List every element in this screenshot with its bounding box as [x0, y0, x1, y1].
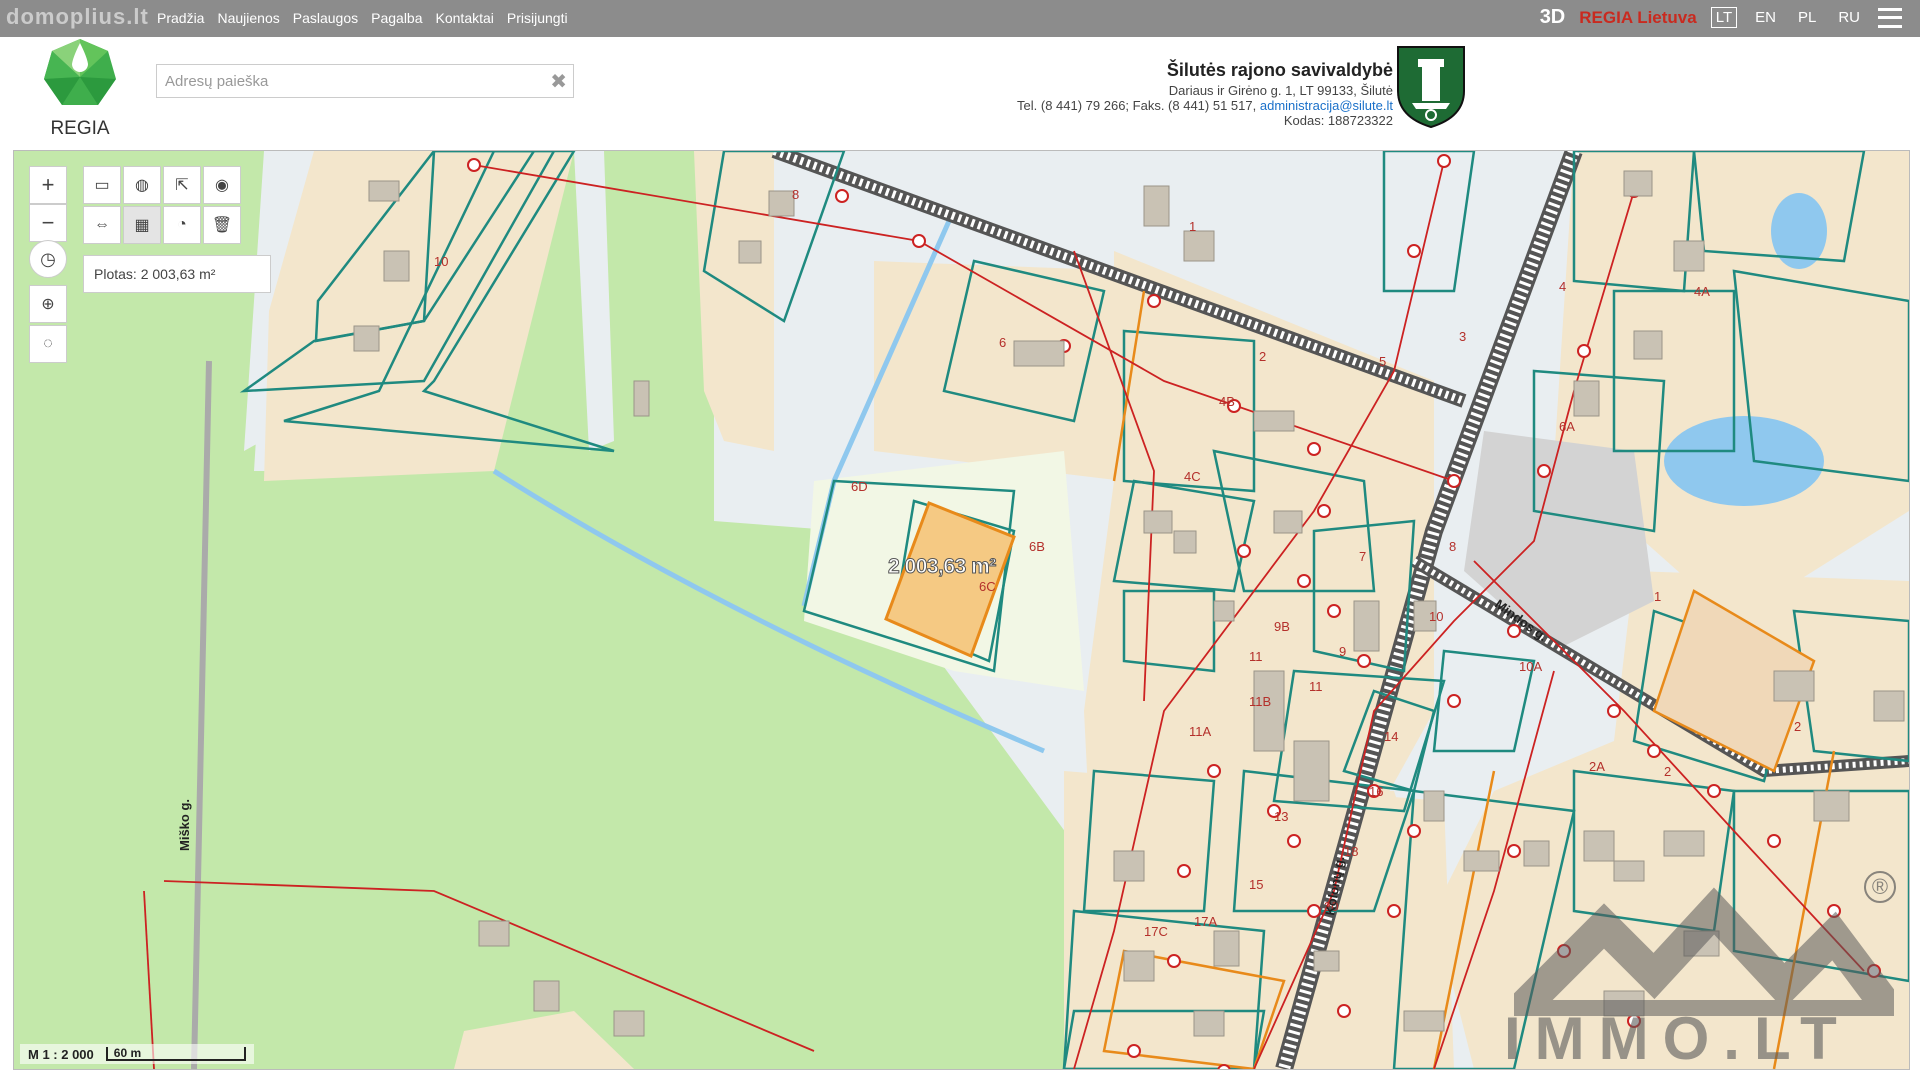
map-label: 17C — [1144, 924, 1168, 939]
map-label: 6C — [979, 579, 996, 594]
scale-bar: M 1 : 2 000 60 m — [20, 1044, 254, 1064]
map-label: 14 — [1384, 729, 1398, 744]
regia-logo-icon — [44, 39, 116, 105]
map-label: 6A — [1559, 419, 1575, 434]
locate-icon[interactable]: ⊕ — [29, 285, 67, 323]
map-label: 10A — [1519, 659, 1542, 674]
map-viewer[interactable]: 10 8 6 1 2 3 4 5 6A 6B 6D 6C 4A 4B 4C 7 … — [13, 150, 1910, 1070]
map-label: 6D — [851, 479, 868, 494]
immo-watermark: IMMO.LT — [1504, 1005, 1851, 1070]
map-label: 4C — [1184, 469, 1201, 484]
scale-bar-length: 60 m — [105, 1047, 246, 1061]
clock-icon[interactable]: ◷ — [29, 240, 67, 278]
nav-item-prisijungti[interactable]: Prisijungti — [507, 10, 568, 26]
main-nav: Pradžia Naujienos Paslaugos Pagalba Kont… — [157, 10, 568, 26]
share-icon[interactable]: ⇱ — [163, 166, 201, 204]
zoom-out-button[interactable]: − — [29, 204, 67, 242]
map-label: 6 — [999, 335, 1006, 350]
map-label: 1 — [1654, 589, 1661, 604]
lang-pl[interactable]: PL — [1794, 8, 1820, 27]
page-header: REGIA ✖ Šilutės rajono savivaldybė Daria… — [0, 37, 1920, 150]
map-label: 9B — [1274, 619, 1290, 634]
map-label: 11B — [1249, 694, 1271, 709]
topbar-right: 3D REGIA Lietuva LT EN PL RU — [1540, 6, 1902, 29]
map-label: 17A — [1194, 914, 1217, 929]
map-label: 2 — [1259, 349, 1266, 364]
map-label: 11 — [1309, 679, 1323, 694]
municipality-code: Kodas: 188723322 — [1283, 113, 1393, 128]
registered-mark: ® — [1864, 871, 1896, 903]
map-label: 8 — [1449, 539, 1456, 554]
measure-distance-icon[interactable]: ⇔ — [83, 206, 121, 244]
map-label: 6B — [1029, 539, 1045, 554]
nav-item-kontaktai[interactable]: Kontaktai — [436, 10, 494, 26]
zoom-in-button[interactable]: + — [29, 166, 67, 204]
map-label: 16 — [1369, 784, 1383, 799]
map-label: 9 — [1339, 644, 1346, 659]
measure-area-icon[interactable]: ▦ — [123, 206, 161, 244]
map-label: 5 — [1379, 354, 1386, 369]
3d-mode-button[interactable]: 3D — [1540, 6, 1566, 29]
map-label: 2 — [1794, 719, 1801, 734]
lang-ru[interactable]: RU — [1834, 8, 1864, 27]
map-label: 15 — [1249, 877, 1263, 892]
address-search: ✖ — [156, 64, 574, 98]
municipality-crest-icon — [1396, 45, 1466, 134]
target-icon[interactable]: ◉ — [203, 166, 241, 204]
municipality-email[interactable]: administracija@silute.lt — [1260, 98, 1393, 113]
street-label-misko: Miško g. — [177, 799, 192, 851]
map-label: 11A — [1189, 724, 1211, 739]
search-input[interactable] — [163, 65, 537, 97]
nav-item-pradzia[interactable]: Pradžia — [157, 10, 204, 26]
map-label: 4 — [1559, 279, 1566, 294]
map-label: 10 — [434, 254, 448, 269]
clear-icon[interactable]: ✖ — [550, 69, 567, 94]
lang-lt[interactable]: LT — [1710, 7, 1738, 28]
map-label: 3 — [1459, 329, 1466, 344]
trash-icon[interactable]: 🗑 — [203, 206, 241, 244]
map-label: 4B — [1219, 394, 1235, 409]
municipality-info: Šilutės rajono savivaldybė Dariaus ir Gi… — [1017, 59, 1393, 128]
map-label: 10 — [1429, 609, 1443, 624]
map-label: 13 — [1274, 809, 1288, 824]
immo-watermark-logo — [1514, 866, 1894, 1016]
map-label: 7 — [1359, 549, 1366, 564]
watermark-domoplius: domoplius.lt — [6, 4, 149, 29]
map-label: 11 — [1249, 649, 1263, 664]
area-info: Plotas: 2 003,63 m² — [83, 255, 271, 293]
map-label: 8 — [792, 187, 799, 202]
municipality-name: Šilutės rajono savivaldybė — [1166, 60, 1393, 80]
regia-lietuva-link[interactable]: REGIA Lietuva — [1579, 8, 1696, 28]
map-label: 2A — [1589, 759, 1605, 774]
nav-item-naujienos[interactable]: Naujienos — [217, 10, 279, 26]
map-label: 2 — [1664, 764, 1671, 779]
map-label: 1 — [1189, 219, 1196, 234]
regia-logo[interactable]: REGIA — [40, 37, 120, 140]
menu-icon[interactable] — [1878, 7, 1902, 28]
map-label: 4A — [1694, 284, 1710, 299]
map-label: 18 — [1344, 844, 1358, 859]
lasso-icon[interactable]: ◌ — [29, 325, 67, 363]
pin-icon[interactable]: ◍ — [123, 166, 161, 204]
lang-en[interactable]: EN — [1751, 8, 1780, 27]
top-navigation-bar: domoplius.lt Pradžia Naujienos Paslaugos… — [0, 0, 1920, 37]
nav-item-paslaugos[interactable]: Paslaugos — [293, 10, 358, 26]
area-measurement-label: 2 003,63 m² — [888, 555, 997, 579]
nav-item-pagalba[interactable]: Pagalba — [371, 10, 422, 26]
municipality-address: Dariaus ir Girėno g. 1, LT 99133, Šilutė — [1168, 83, 1393, 98]
measure-tool-icon[interactable]: ▭ — [83, 166, 121, 204]
municipality-phone: Tel. (8 441) 79 266; Faks. (8 441) 51 51… — [1017, 98, 1257, 113]
scale-ratio: M 1 : 2 000 — [28, 1046, 94, 1062]
measure-radius-icon[interactable]: ◔ — [163, 206, 201, 244]
logo-text: REGIA — [50, 118, 110, 139]
